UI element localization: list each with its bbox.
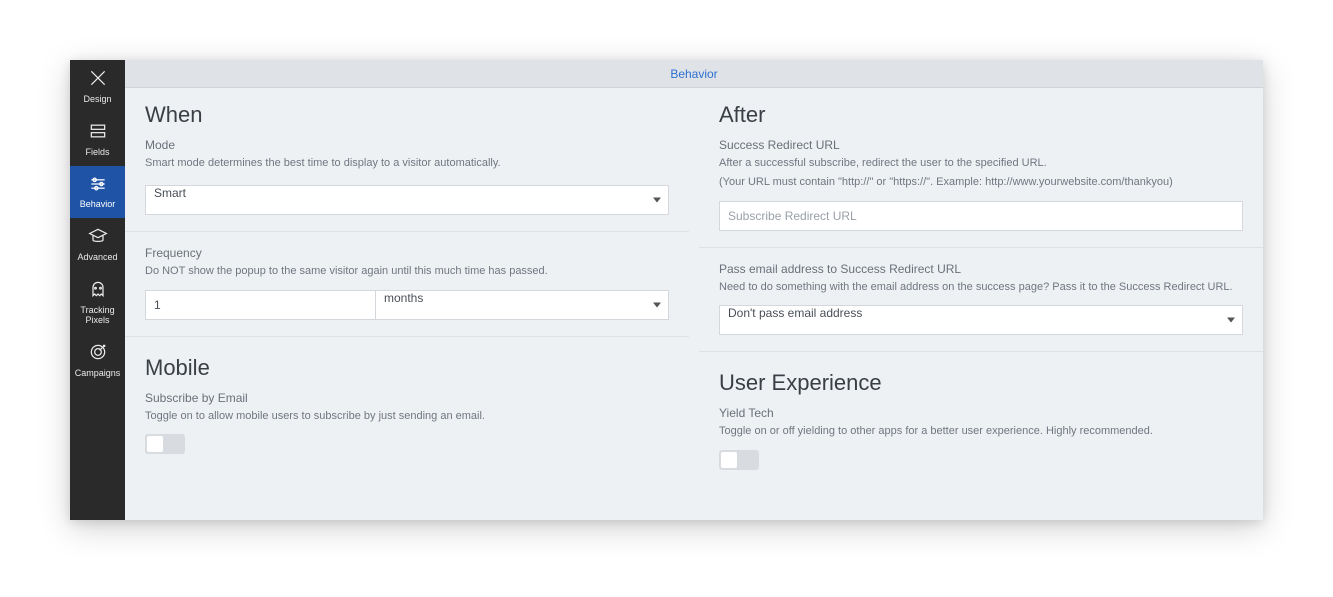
sidebar-item-label: Advanced — [77, 253, 117, 263]
sidebar-item-label: Tracking Pixels — [72, 306, 123, 326]
pass-email-value: Don't pass email address — [728, 306, 862, 320]
pass-email-select[interactable]: Don't pass email address — [719, 305, 1243, 335]
section-mobile: Mobile Subscribe by Email Toggle on to a… — [125, 337, 689, 470]
success-redirect-input[interactable] — [719, 201, 1243, 231]
sidebar-item-label: Campaigns — [75, 369, 121, 379]
label-frequency: Frequency — [145, 246, 669, 260]
help-pass-email: Need to do something with the email addr… — [719, 280, 1243, 295]
frequency-unit-value: months — [384, 291, 423, 305]
ghost-icon — [88, 279, 108, 302]
heading-user-experience: User Experience — [719, 370, 1243, 396]
left-column: When Mode Smart mode determines the best… — [125, 88, 689, 520]
help-mode: Smart mode determines the best time to d… — [145, 156, 669, 171]
top-tab-behavior[interactable]: Behavior — [125, 60, 1263, 88]
sidebar-item-label: Fields — [85, 148, 109, 158]
mode-select-value: Smart — [154, 186, 186, 200]
graduation-cap-icon — [88, 226, 108, 249]
app-window: Design Fields Behavior Advanced — [70, 60, 1263, 520]
help-subscribe-by-email: Toggle on to allow mobile users to subsc… — [145, 409, 669, 424]
section-after: After Success Redirect URL After a succe… — [699, 88, 1263, 248]
section-pass-email: Pass email address to Success Redirect U… — [699, 248, 1263, 352]
section-user-experience: User Experience Yield Tech Toggle on or … — [699, 352, 1263, 485]
toggle-knob — [147, 436, 163, 452]
right-column: After Success Redirect URL After a succe… — [699, 88, 1263, 520]
fields-icon — [88, 121, 108, 144]
heading-after: After — [719, 102, 1243, 128]
content-columns: When Mode Smart mode determines the best… — [125, 88, 1263, 520]
heading-mobile: Mobile — [145, 355, 669, 381]
main-area: Behavior When Mode Smart mode determines… — [125, 60, 1263, 520]
label-yield-tech: Yield Tech — [719, 406, 1243, 420]
section-when: When Mode Smart mode determines the best… — [125, 88, 689, 232]
heading-when: When — [145, 102, 669, 128]
sidebar-item-label: Behavior — [80, 200, 116, 210]
help-success-redirect-1: After a successful subscribe, redirect t… — [719, 156, 1243, 171]
label-pass-email: Pass email address to Success Redirect U… — [719, 262, 1243, 276]
sidebar-item-advanced[interactable]: Advanced — [70, 218, 125, 271]
mode-select[interactable]: Smart — [145, 185, 669, 215]
sidebar-item-fields[interactable]: Fields — [70, 113, 125, 166]
design-icon — [88, 68, 108, 91]
label-mode: Mode — [145, 138, 669, 152]
frequency-value-input[interactable] — [145, 290, 375, 320]
sidebar-item-label: Design — [83, 95, 111, 105]
target-icon — [88, 342, 108, 365]
help-yield-tech: Toggle on or off yielding to other apps … — [719, 424, 1243, 439]
help-frequency: Do NOT show the popup to the same visito… — [145, 264, 669, 279]
sliders-icon — [88, 174, 108, 197]
top-tab-label: Behavior — [670, 67, 717, 81]
help-success-redirect-2: (Your URL must contain "http://" or "htt… — [719, 175, 1243, 190]
label-subscribe-by-email: Subscribe by Email — [145, 391, 669, 405]
yield-tech-toggle[interactable] — [719, 450, 759, 470]
sidebar-item-design[interactable]: Design — [70, 60, 125, 113]
sidebar-item-behavior[interactable]: Behavior — [70, 166, 125, 219]
frequency-unit-select[interactable]: months — [375, 290, 669, 320]
sidebar-item-campaigns[interactable]: Campaigns — [70, 334, 125, 387]
sidebar: Design Fields Behavior Advanced — [70, 60, 125, 520]
toggle-knob — [721, 452, 737, 468]
sidebar-item-tracking-pixels[interactable]: Tracking Pixels — [70, 271, 125, 334]
subscribe-by-email-toggle[interactable] — [145, 434, 185, 454]
label-success-redirect: Success Redirect URL — [719, 138, 1243, 152]
section-frequency: Frequency Do NOT show the popup to the s… — [125, 232, 689, 336]
